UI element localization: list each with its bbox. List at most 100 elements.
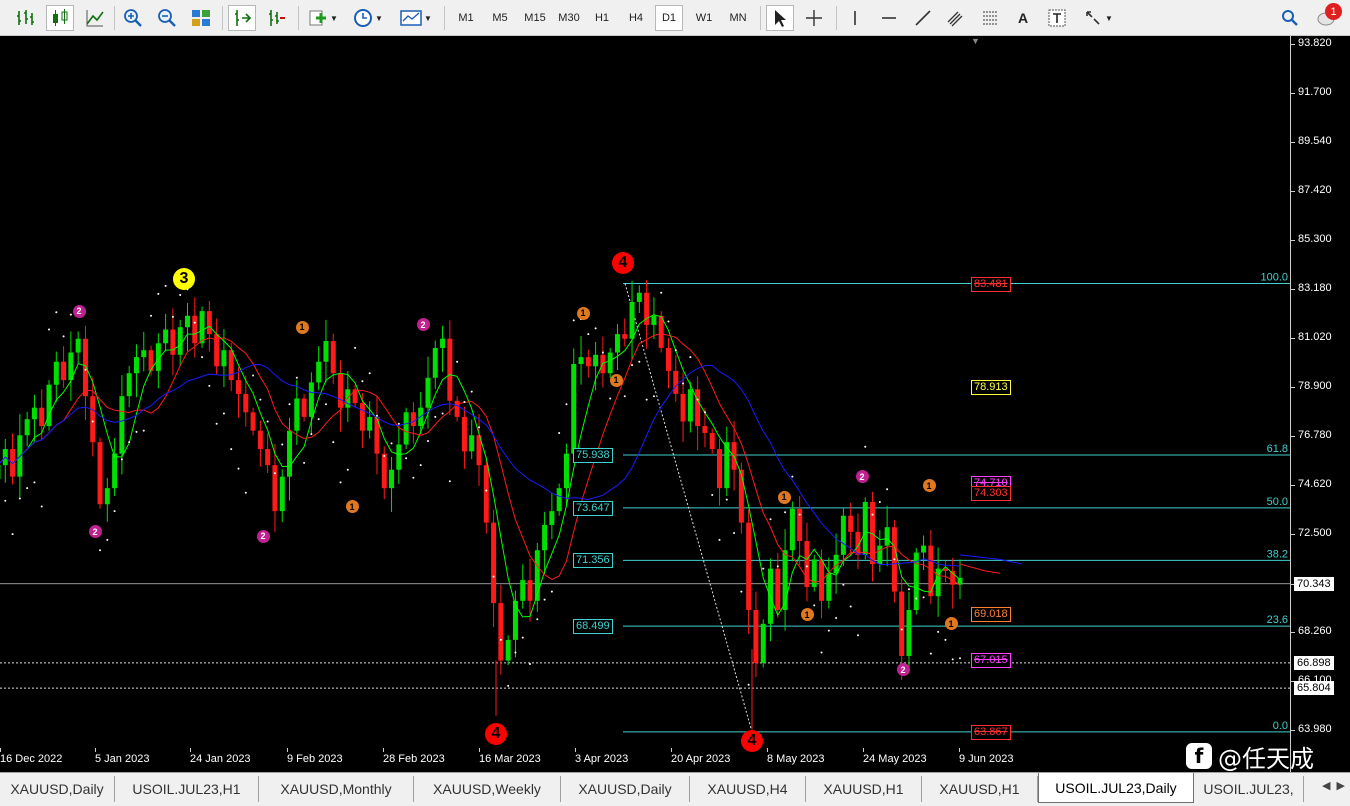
timeframe-w1-button[interactable]: W1 — [689, 5, 719, 31]
elliott-wave-marker: 1 — [922, 479, 936, 493]
chart-tab[interactable]: XAUUSD,H1 — [922, 776, 1038, 802]
fibonacci-button[interactable] — [976, 5, 1004, 31]
arrows-button[interactable]: ▼ — [1078, 5, 1118, 31]
chart-tab[interactable]: XAUUSD,Daily — [0, 776, 115, 802]
parabolic-sar-dot — [55, 311, 58, 314]
date-axis-label: 3 Apr 2023 — [575, 753, 629, 765]
autoscroll-button[interactable] — [228, 5, 256, 31]
chart-tab[interactable]: USOIL.JUL23,H1 — [115, 776, 259, 802]
candle-body — [709, 432, 715, 450]
text-label-button[interactable] — [1044, 5, 1070, 31]
search-button[interactable] — [1278, 5, 1302, 31]
parabolic-sar-dot — [820, 651, 823, 654]
chevron-down-icon: ▼ — [1105, 13, 1113, 23]
price-chart[interactable]: 100.0 61.8 50.0 38.2 23.6 0.0 75.938 73.647 71.… — [0, 36, 1290, 772]
equidistant-channel-button[interactable] — [942, 5, 970, 31]
fib-level-label: 23.6 — [1267, 614, 1288, 626]
parabolic-sar-dot — [288, 403, 291, 406]
chart-tab[interactable]: USOIL.JUL23,Daily — [1038, 773, 1194, 803]
parabolic-sar-dot — [99, 549, 102, 552]
parabolic-sar-dot — [776, 565, 779, 568]
date-axis-label: 8 May 2023 — [767, 753, 825, 765]
notifications-button[interactable]: 1 — [1310, 3, 1344, 31]
chart-tab[interactable]: XAUUSD,Daily — [561, 776, 690, 802]
fib-price-label: 68.499 — [573, 619, 613, 635]
tile-windows-button[interactable] — [188, 5, 214, 31]
crosshair-button[interactable] — [800, 5, 828, 31]
horizontal-line-button[interactable] — [876, 5, 902, 31]
parabolic-sar-dot — [864, 445, 867, 448]
parabolic-sar-dot — [769, 518, 772, 521]
candle-body — [163, 329, 169, 344]
candle-body — [512, 600, 518, 640]
vertical-line-button[interactable] — [842, 5, 868, 31]
price-axis[interactable]: ▼ 93.820 91.700 89.540 87.420 85.300 83.180 81… — [971, 36, 1350, 772]
elliott-wave-marker: 1 — [345, 500, 359, 514]
elliott-wave-marker: 1 — [800, 608, 814, 622]
templates-button[interactable]: ▼ — [396, 5, 436, 31]
date-axis[interactable]: 16 Dec 2022 5 Jan 2023 24 Jan 2023 9 Feb 20… — [0, 748, 1290, 772]
parabolic-sar-dot — [317, 418, 320, 421]
timeframe-m1-button[interactable]: M1 — [451, 5, 481, 31]
tab-scroll-arrows[interactable]: ◀ ▶ — [1322, 779, 1345, 792]
candle-body — [308, 382, 314, 417]
candlestick-button[interactable] — [46, 5, 74, 31]
candle-body — [775, 568, 781, 610]
parabolic-sar-dot — [215, 422, 218, 425]
chart-tab[interactable]: USOIL.JUL23, — [1194, 776, 1304, 802]
parabolic-sar-dot — [893, 558, 896, 561]
indicators-button[interactable]: ▼ — [304, 5, 342, 31]
parabolic-sar-dot — [682, 382, 685, 385]
fib-level-label: 61.8 — [1267, 443, 1288, 455]
timeframe-h1-button[interactable]: H1 — [587, 5, 617, 31]
candle-body — [629, 301, 635, 339]
timeframe-m15-button[interactable]: M15 — [519, 5, 551, 31]
candle-body — [141, 350, 147, 358]
parabolic-sar-dot — [784, 511, 787, 514]
chart-tab[interactable]: XAUUSD,Weekly — [414, 776, 561, 802]
periods-button[interactable]: ▼ — [348, 5, 388, 31]
parabolic-sar-dot — [507, 684, 510, 687]
line-chart-button[interactable] — [82, 5, 108, 31]
parabolic-sar-dot — [11, 533, 14, 536]
timeframe-d1-button[interactable]: D1 — [655, 5, 683, 31]
timeframe-m5-button[interactable]: M5 — [485, 5, 515, 31]
candle-body — [607, 352, 613, 374]
horizontal-line-icon — [882, 17, 896, 19]
zoom-out-button[interactable] — [154, 5, 180, 31]
candle-body — [192, 315, 198, 344]
chart-shift-button[interactable] — [262, 5, 290, 31]
chart-tab[interactable]: XAUUSD,Monthly — [259, 776, 414, 802]
scroll-left-icon[interactable]: ◀ — [1322, 780, 1330, 792]
parabolic-sar-dot — [120, 458, 123, 461]
parabolic-sar-dot — [645, 398, 648, 401]
chart-tab[interactable]: XAUUSD,H1 — [806, 776, 922, 802]
candle-body — [680, 393, 686, 422]
parabolic-sar-dot — [40, 505, 43, 508]
candle-body — [906, 609, 912, 656]
chart-tab[interactable]: XAUUSD,H4 — [690, 776, 806, 802]
date-axis-tick — [671, 748, 672, 752]
price-axis-tick — [1291, 191, 1295, 193]
parabolic-sar-dot — [849, 605, 852, 608]
chart-tabs-bar: ◀ ▶ XAUUSD,Daily USOIL.JUL23,H1 XAUUSD,Mont… — [0, 772, 1350, 806]
price-axis-tick — [1291, 44, 1295, 45]
cursor-button[interactable] — [766, 5, 794, 31]
timeframe-mn-button[interactable]: MN — [723, 5, 753, 31]
candle-body — [221, 350, 227, 367]
bar-chart-button[interactable] — [12, 5, 38, 31]
candle-body — [75, 338, 81, 353]
timeframe-m30-button[interactable]: M30 — [553, 5, 585, 31]
trendline-button[interactable] — [910, 5, 936, 31]
text-tool-button[interactable]: A — [1010, 5, 1036, 31]
timeframe-h4-button[interactable]: H4 — [621, 5, 651, 31]
clock-icon — [354, 9, 373, 27]
scroll-right-icon[interactable]: ▶ — [1336, 780, 1344, 792]
candle-body — [542, 524, 548, 551]
zoom-in-button[interactable] — [120, 5, 146, 31]
fib-level-label: 38.2 — [1267, 548, 1288, 560]
date-axis-label: 28 Feb 2023 — [383, 753, 445, 765]
candle-body — [636, 292, 642, 302]
candle-body — [753, 609, 759, 663]
parabolic-sar-dot — [346, 468, 349, 471]
